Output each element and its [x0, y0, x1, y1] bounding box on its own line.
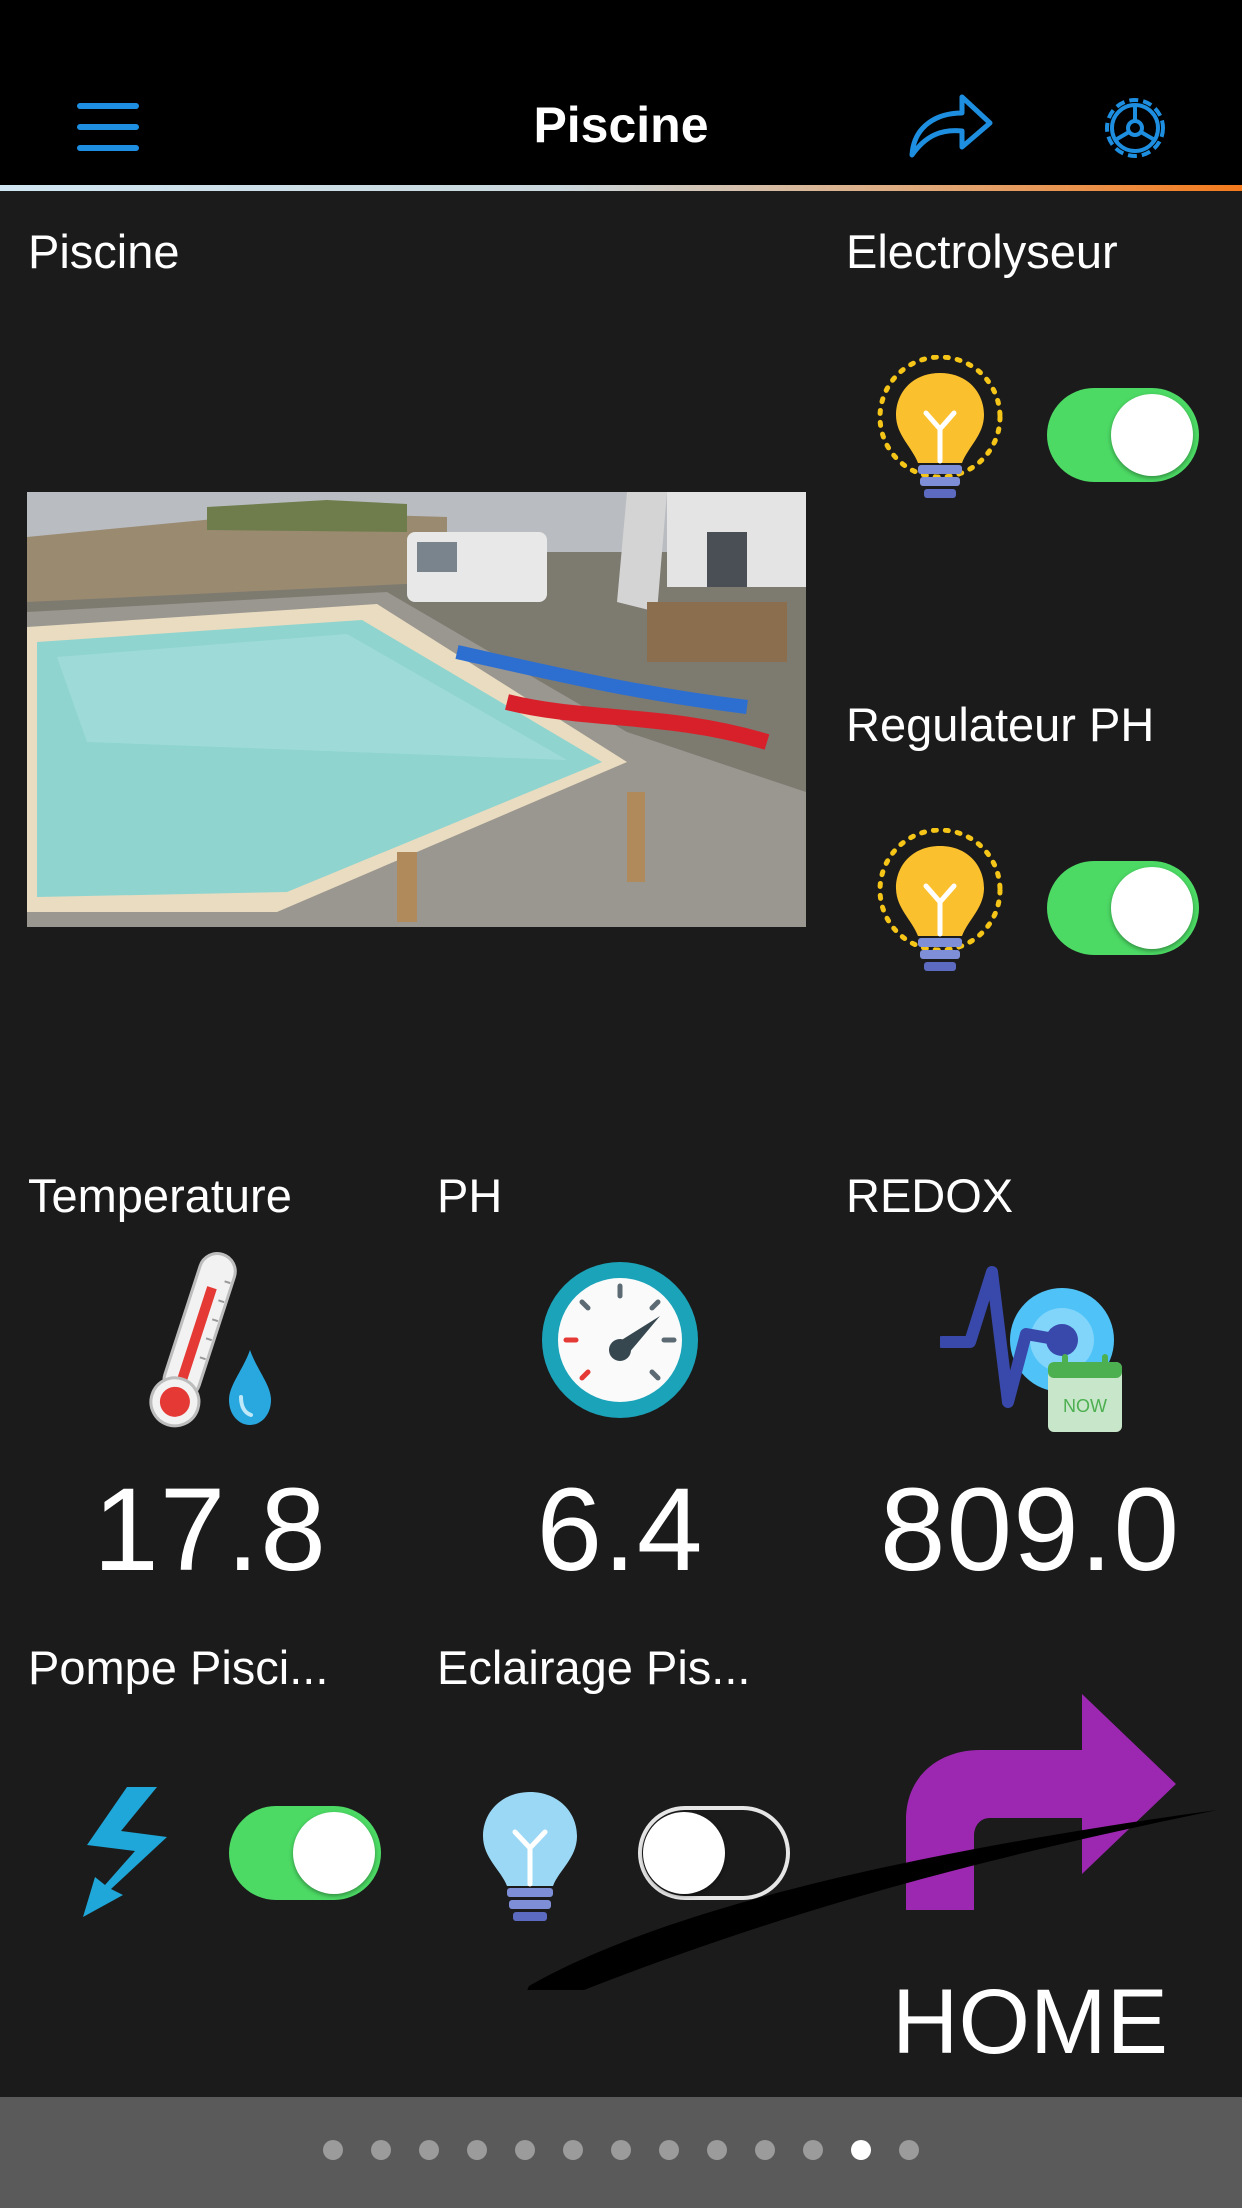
- ph-gauge-icon: [540, 1260, 700, 1420]
- pool-camera-snapshot: [27, 492, 806, 927]
- pompe-label: Pompe Pisci...: [28, 1641, 329, 1694]
- electrolyseur-toggle[interactable]: [1047, 388, 1199, 482]
- temperature-value: 17.8: [93, 1464, 327, 1596]
- page-dot[interactable]: [899, 2140, 919, 2160]
- toggle-knob: [1111, 394, 1193, 476]
- page-dot[interactable]: [323, 2140, 343, 2160]
- eclairage-label: Eclairage Pis...: [437, 1641, 751, 1694]
- top-app-bar: [0, 0, 1242, 185]
- page-dot[interactable]: [707, 2140, 727, 2160]
- page-title: Piscine: [533, 97, 709, 153]
- settings-button[interactable]: [1095, 88, 1175, 168]
- redox-icon: NOW: [936, 1262, 1130, 1437]
- pompe-toggle[interactable]: [229, 1806, 381, 1900]
- pompe-bolt-icon: [75, 1785, 175, 1920]
- page-dot[interactable]: [419, 2140, 439, 2160]
- redox-label: REDOX: [846, 1169, 1014, 1222]
- page-dot[interactable]: [611, 2140, 631, 2160]
- now-badge-text: NOW: [1063, 1396, 1107, 1416]
- ph-label: PH: [437, 1169, 503, 1222]
- lightbulb-on-icon: [877, 354, 1003, 498]
- page-dot[interactable]: [371, 2140, 391, 2160]
- regulateur-ph-bulb-icon: [870, 827, 1010, 988]
- page-dot[interactable]: [467, 2140, 487, 2160]
- pool-camera-image[interactable]: [27, 492, 806, 927]
- page-dot[interactable]: [659, 2140, 679, 2160]
- redox-value: 809.0: [879, 1464, 1181, 1596]
- page-dot[interactable]: [803, 2140, 823, 2160]
- page-indicator-dots: [0, 2140, 1242, 2160]
- toggle-knob: [1111, 867, 1193, 949]
- temperature-label: Temperature: [28, 1169, 292, 1222]
- decorative-brush-stroke: [527, 1810, 1217, 1990]
- share-button[interactable]: [900, 85, 1000, 165]
- page-dot[interactable]: [563, 2140, 583, 2160]
- thermometer-water-icon: [149, 1252, 271, 1428]
- header-gradient-divider: [0, 185, 1242, 191]
- electrolyseur-bulb-icon: [870, 354, 1010, 515]
- ph-value: 6.4: [536, 1464, 704, 1596]
- page-dot[interactable]: [515, 2140, 535, 2160]
- toggle-knob: [293, 1812, 375, 1894]
- pulse-target-calendar-icon: NOW: [936, 1266, 1122, 1432]
- regulateur-ph-label: Regulateur PH: [846, 698, 1155, 751]
- regulateur-ph-toggle[interactable]: [1047, 861, 1199, 955]
- thermometer-icon: [135, 1245, 285, 1440]
- page-dot[interactable]: [851, 2140, 871, 2160]
- electrolyseur-label: Electrolyseur: [846, 225, 1118, 278]
- lightbulb-on-icon: [877, 827, 1003, 971]
- lightning-bolt-icon: [83, 1787, 167, 1917]
- page-dot[interactable]: [755, 2140, 775, 2160]
- share-arrow-icon: [909, 94, 993, 158]
- camera-label: Piscine: [28, 225, 180, 278]
- speedometer-gauge-icon: [542, 1262, 698, 1418]
- gear-settings-icon: [1105, 98, 1165, 158]
